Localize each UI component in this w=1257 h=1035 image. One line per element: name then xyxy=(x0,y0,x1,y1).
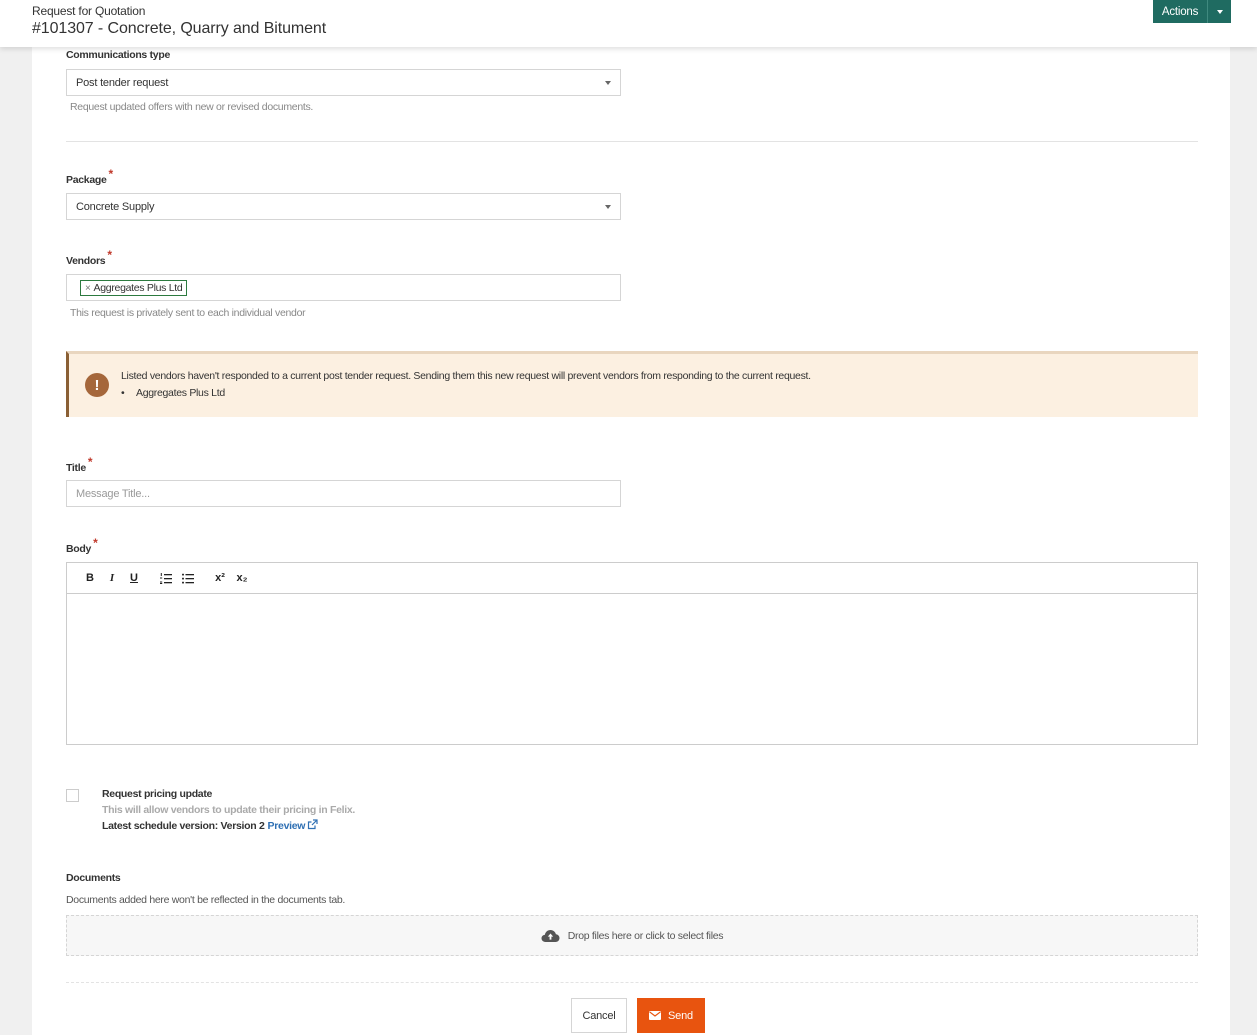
exclamation-icon: ! xyxy=(85,373,109,397)
schedule-version-text: Latest schedule version: Version 2 xyxy=(102,820,265,832)
page-header: Request for Quotation #101307 - Concrete… xyxy=(0,0,1257,47)
remove-tag-icon[interactable]: × xyxy=(85,283,91,294)
editor-content-area[interactable] xyxy=(67,594,1197,744)
send-button[interactable]: Send xyxy=(637,998,705,1033)
required-mark: * xyxy=(93,536,98,550)
bold-button[interactable]: B xyxy=(79,568,101,588)
documents-help: Documents added here won't be reflected … xyxy=(66,894,346,906)
chevron-down-icon xyxy=(605,81,611,85)
footer-divider xyxy=(66,982,1198,983)
cancel-button[interactable]: Cancel xyxy=(571,998,627,1033)
actions-dropdown: Actions xyxy=(1153,0,1231,23)
communications-type-value: Post tender request xyxy=(76,76,169,89)
warning-vendor-item: Aggregates Plus Ltd xyxy=(136,387,225,399)
ordered-list-icon[interactable] xyxy=(155,568,177,588)
section-divider xyxy=(66,141,1198,142)
package-label: Package * xyxy=(66,167,113,186)
editor-toolbar: B I U x² x₂ xyxy=(67,563,1197,594)
chevron-down-icon xyxy=(1216,9,1223,14)
communications-type-label: Communications type xyxy=(66,49,170,61)
required-mark: * xyxy=(87,455,93,469)
envelope-icon xyxy=(649,1011,662,1020)
required-mark: * xyxy=(108,167,114,181)
warning-message: Listed vendors haven't responded to a cu… xyxy=(121,370,811,382)
body-label: Body * xyxy=(66,536,98,555)
page-title: #101307 - Concrete, Quarry and Bitument xyxy=(32,20,327,37)
superscript-button[interactable]: x² xyxy=(209,568,231,588)
italic-button[interactable]: I xyxy=(101,568,123,588)
body-editor: B I U x² x₂ xyxy=(66,562,1198,745)
warning-vendor-list: • Aggregates Plus Ltd xyxy=(121,387,225,399)
required-mark: * xyxy=(107,248,112,262)
communications-type-select[interactable]: Post tender request xyxy=(66,69,621,96)
actions-caret-button[interactable] xyxy=(1207,0,1231,23)
vendors-label: Vendors * xyxy=(66,248,112,267)
schedule-version: Latest schedule version: Version 2 Previe… xyxy=(102,819,318,832)
package-value: Concrete Supply xyxy=(76,200,155,213)
subscript-button[interactable]: x₂ xyxy=(231,568,253,588)
cloud-upload-icon xyxy=(541,929,560,942)
dropzone-text: Drop files here or click to select files xyxy=(567,929,724,942)
bullet-list-icon[interactable] xyxy=(177,568,199,588)
actions-button[interactable]: Actions xyxy=(1153,0,1207,23)
external-link-icon xyxy=(308,819,318,830)
vendor-tag: × Aggregates Plus Ltd xyxy=(80,280,188,296)
documents-label: Documents xyxy=(66,872,121,884)
vendors-help: This request is privately sent to each i… xyxy=(70,307,306,319)
pricing-update-help: This will allow vendors to update their … xyxy=(102,804,356,816)
main-panel xyxy=(32,0,1230,1035)
preview-link[interactable]: Preview xyxy=(268,819,319,832)
underline-button[interactable]: U xyxy=(123,568,145,588)
communications-type-help: Request updated offers with new or revis… xyxy=(70,101,314,113)
file-dropzone[interactable]: Drop files here or click to select files xyxy=(66,915,1198,956)
list-bullet: • xyxy=(121,387,125,399)
pricing-update-checkbox[interactable] xyxy=(66,789,79,802)
send-label: Send xyxy=(668,1009,693,1022)
pricing-update-label: Request pricing update xyxy=(102,788,213,800)
vendors-multiselect[interactable]: × Aggregates Plus Ltd xyxy=(66,274,621,301)
breadcrumb[interactable]: Request for Quotation xyxy=(32,4,145,18)
title-input[interactable] xyxy=(66,480,621,507)
package-select[interactable]: Concrete Supply xyxy=(66,193,621,220)
chevron-down-icon xyxy=(605,205,611,209)
title-label: Title * xyxy=(66,455,93,474)
warning-alert: ! Listed vendors haven't responded to a … xyxy=(66,351,1198,417)
vendor-tag-label: Aggregates Plus Ltd xyxy=(93,282,183,294)
